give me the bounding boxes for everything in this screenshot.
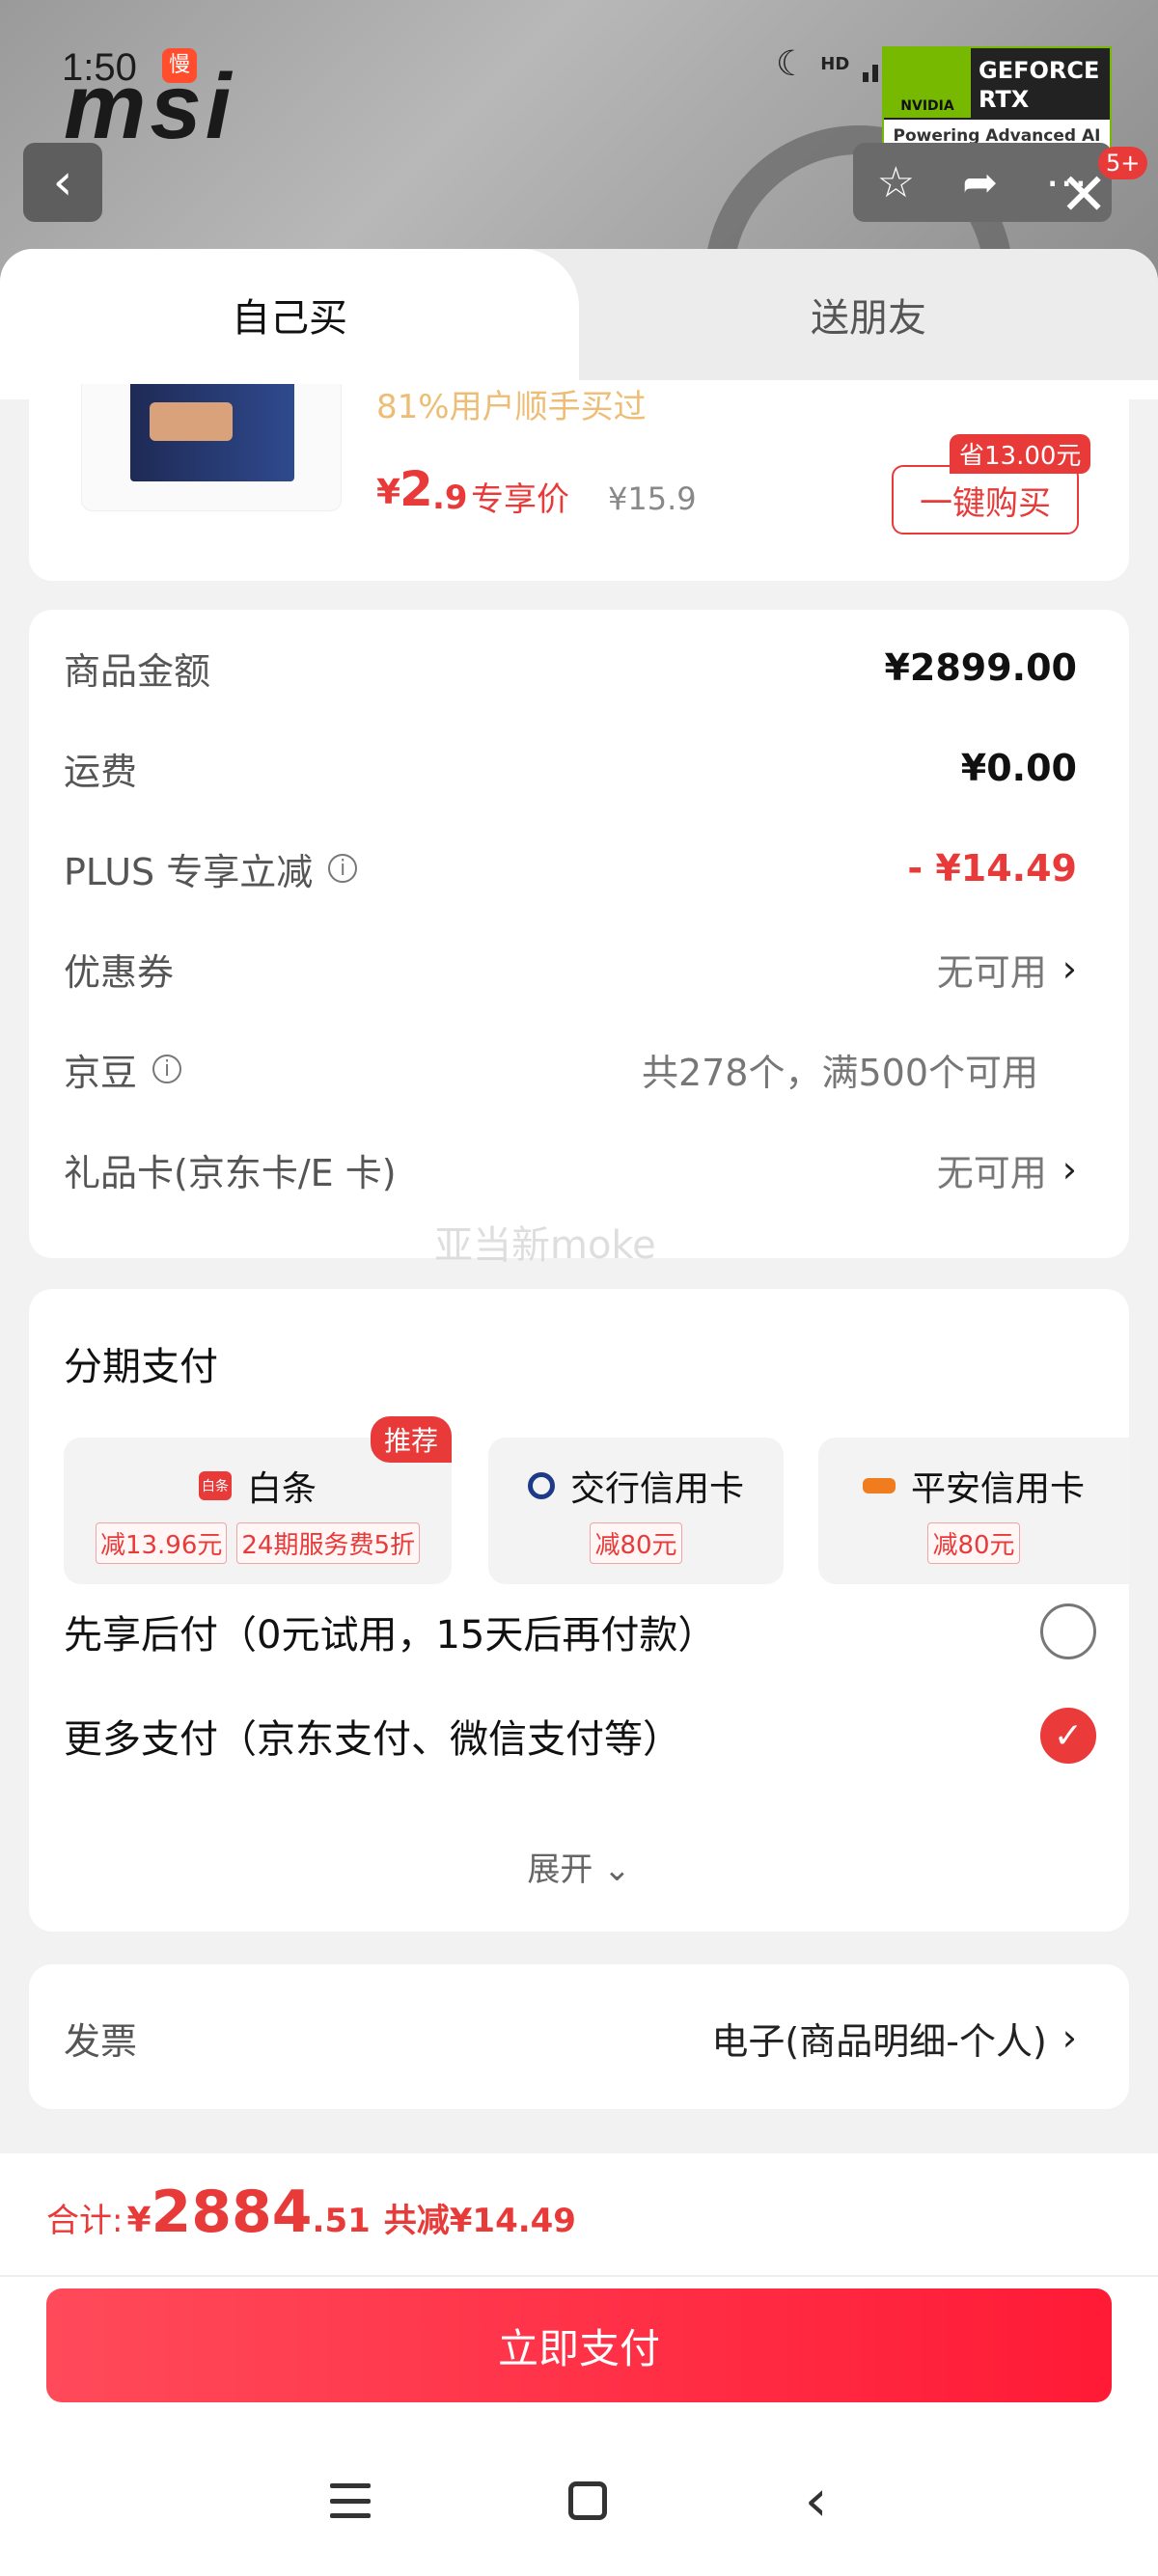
- bocom-icon: [527, 1472, 555, 1499]
- payment-card: 分期支付 推荐 白条 白条 减13.96元 24期服务费5折 交行信用卡 减80…: [29, 1289, 1129, 1932]
- summary-label: 京豆: [64, 1051, 138, 1094]
- summary-row-giftcard[interactable]: 礼品卡(京东卡/E 卡) 无可用 ›: [64, 1140, 1077, 1198]
- baitiao-icon: 白条: [198, 1471, 232, 1500]
- summary-value: 无可用: [936, 950, 1047, 994]
- summary-label: 优惠券: [64, 950, 175, 994]
- total-line: 合计: ¥ 2884 .51 共减¥14.49: [46, 2179, 576, 2246]
- summary-value: ¥0.00: [960, 747, 1077, 789]
- plan-pingan-card[interactable]: 平安信用卡 减80元: [818, 1438, 1129, 1584]
- expand-toggle[interactable]: 展开 ⌄: [29, 1843, 1129, 1890]
- total-label: 合计:: [46, 2202, 124, 2240]
- installment-title: 分期支付: [64, 1345, 218, 1389]
- product-price-currency: ¥: [376, 473, 401, 512]
- pay-option-label: 更多支付（京东支付、微信支付等）: [64, 1717, 681, 1762]
- price-summary-card: 商品金额 ¥2899.00 运费 ¥0.00 PLUS 专享立减 i - ¥14.…: [29, 610, 1129, 1258]
- home-icon[interactable]: [567, 2481, 607, 2520]
- summary-value: 共278个，满500个可用: [641, 1051, 1038, 1094]
- plan-name: 白条: [246, 1469, 317, 1509]
- check-icon: ✓: [1053, 1715, 1084, 1756]
- status-time: 1:50: [62, 46, 137, 89]
- summary-row-goods: 商品金额 ¥2899.00: [64, 639, 1077, 697]
- info-icon[interactable]: i: [152, 1055, 182, 1083]
- invoice-label: 发票: [64, 2019, 138, 2063]
- share-icon[interactable]: ➦: [962, 158, 998, 207]
- summary-row-jingdou: 京豆 i 共278个，满500个可用: [64, 1040, 1077, 1098]
- summary-value: ¥2899.00: [884, 646, 1077, 689]
- summary-label: 礼品卡(京东卡/E 卡): [64, 1151, 397, 1194]
- summary-value: - ¥14.49: [907, 847, 1077, 890]
- radio-button[interactable]: [1040, 1603, 1096, 1659]
- chevron-left-icon: ‹: [52, 153, 73, 211]
- radio-button-checked[interactable]: ✓: [1040, 1708, 1096, 1764]
- status-icons: ☾ HD: [776, 44, 898, 84]
- plan-tag: 减13.96元: [95, 1522, 228, 1564]
- product-price-decimal: .9: [432, 479, 468, 517]
- chevron-right-icon: ›: [1062, 947, 1077, 990]
- summary-row-coupon[interactable]: 优惠券 无可用 ›: [64, 940, 1077, 998]
- product-price-tag: 专享价: [471, 480, 569, 519]
- plan-bocom-card[interactable]: 交行信用卡 减80元: [488, 1438, 784, 1584]
- star-icon[interactable]: ☆: [877, 158, 915, 207]
- total-integer: 2884: [151, 2179, 313, 2246]
- back-button[interactable]: ‹: [23, 143, 102, 222]
- checkout-sheet: 自己买 送朋友 81%用户顺手买过 ¥ 2 .9 专享价 ¥15.9 省13.0…: [0, 249, 1158, 2576]
- summary-label: 运费: [64, 750, 138, 793]
- pay-option-more[interactable]: 更多支付（京东支付、微信支付等） ✓: [64, 1702, 1096, 1769]
- pay-option-label: 先享后付（0元试用，15天后再付款）: [64, 1613, 717, 1658]
- total-currency: ¥: [126, 2201, 152, 2240]
- product-thumbnail[interactable]: [81, 384, 342, 511]
- background-app: msi 1:50 慢 ☾ HD NVIDIA GEFORCE RTX Power…: [0, 0, 1158, 289]
- total-decimal: .51: [312, 2202, 371, 2240]
- total-saving: 共减¥14.49: [383, 2202, 576, 2240]
- nvidia-product-line1: GEFORCE: [979, 57, 1100, 84]
- product-price-integer: 2: [400, 461, 433, 517]
- product-original-price: ¥15.9: [608, 480, 697, 517]
- nvidia-badge: NVIDIA GEFORCE RTX Powering Advanced AI: [882, 46, 1112, 154]
- product-promo-text: 81%用户顺手买过: [376, 388, 647, 426]
- pingan-icon: [862, 1478, 896, 1494]
- invoice-card[interactable]: 发票 电子(商品明细-个人) ›: [29, 1964, 1129, 2109]
- menu-icon[interactable]: [330, 2483, 372, 2518]
- invoice-row: 发票 电子(商品明细-个人) ›: [64, 2009, 1077, 2067]
- system-nav-bar: ‹: [0, 2462, 1158, 2539]
- nvidia-product-line2: RTX: [979, 86, 1030, 113]
- summary-row-shipping: 运费 ¥0.00: [64, 739, 1077, 797]
- bottom-pay-bar: 合计: ¥ 2884 .51 共减¥14.49 立即支付 ‹: [0, 2153, 1158, 2576]
- plan-name: 交行信用卡: [569, 1469, 744, 1509]
- info-icon[interactable]: i: [328, 854, 358, 883]
- moon-icon: ☾: [776, 44, 808, 84]
- summary-label: 商品金额: [64, 649, 211, 693]
- summary-label: PLUS 专享立减: [64, 850, 314, 893]
- summary-row-plus-discount: PLUS 专享立减 i - ¥14.49: [64, 839, 1077, 897]
- addon-product-card: 81%用户顺手买过 ¥ 2 .9 专享价 ¥15.9 省13.00元 一键购买: [29, 384, 1129, 581]
- plan-baitiao[interactable]: 推荐 白条 白条 减13.96元 24期服务费5折: [64, 1416, 452, 1584]
- chevron-right-icon: ›: [1062, 1148, 1077, 1191]
- one-click-buy-button[interactable]: 一键购买: [892, 465, 1079, 534]
- expand-label: 展开: [527, 1850, 593, 1889]
- summary-value: 无可用: [936, 1151, 1047, 1194]
- nvidia-logo: NVIDIA: [884, 48, 971, 118]
- recommend-badge: 推荐: [370, 1416, 452, 1463]
- plan-tag: 24期服务费5折: [236, 1522, 421, 1564]
- plan-tag: 减80元: [927, 1522, 1020, 1564]
- plan-tag: 减80元: [590, 1522, 682, 1564]
- tab-self-buy[interactable]: 自己买: [0, 249, 579, 380]
- back-icon[interactable]: ‹: [805, 2472, 828, 2530]
- network-label: HD: [820, 54, 850, 74]
- pay-now-button[interactable]: 立即支付: [46, 2288, 1112, 2402]
- nvidia-product: GEFORCE RTX: [979, 56, 1099, 114]
- tab-bar: 自己买 送朋友: [0, 249, 1158, 399]
- chevron-down-icon: ⌄: [603, 1850, 631, 1889]
- app-badge: 慢: [162, 48, 197, 83]
- close-icon[interactable]: ✕: [1060, 166, 1108, 224]
- plan-name: 平安信用卡: [910, 1469, 1085, 1509]
- watermark: 亚当新moke: [434, 1223, 656, 1268]
- chevron-right-icon: ›: [1062, 2016, 1077, 2059]
- invoice-value: 电子(商品明细-个人): [711, 2019, 1047, 2063]
- divider: [0, 2275, 1158, 2277]
- tab-gift-friend[interactable]: 送朋友: [579, 249, 1158, 380]
- pay-option-pay-later[interactable]: 先享后付（0元试用，15天后再付款）: [64, 1598, 1096, 1665]
